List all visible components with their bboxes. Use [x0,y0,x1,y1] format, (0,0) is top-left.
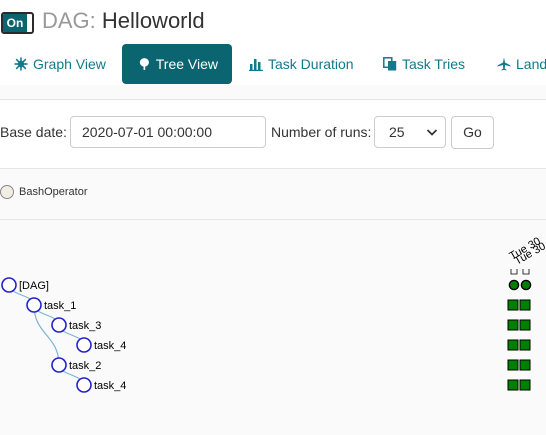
tree-node-label: task_2 [69,360,101,372]
dag-run-circle[interactable] [508,279,520,291]
tree-node-circle[interactable] [76,377,92,393]
task-instance-cell[interactable] [507,359,519,371]
duplicate-icon [383,57,397,71]
tab-graph-view[interactable]: Graph View [14,44,106,84]
task-instance-cell[interactable] [519,299,531,311]
chevron-down-icon [426,129,438,136]
tab-label: Tree View [155,56,218,72]
task-instance-cell[interactable] [507,319,519,331]
task-instance-cell[interactable] [507,299,519,311]
task-instance-cell[interactable] [519,379,531,391]
view-tabs: Graph View Tree View Task Duration Task … [0,44,546,85]
tree-node-label: task_3 [69,320,101,332]
num-runs-value: 25 [389,124,405,140]
tree-node-circle[interactable] [1,277,17,293]
base-date-label: Base date: [0,124,67,140]
task-instance-cell[interactable] [519,359,531,371]
tree-node-label: task_4 [94,340,126,352]
bar-chart-icon [249,59,263,71]
tab-tree-view[interactable]: Tree View [122,44,232,84]
num-runs-label: Number of runs: [271,124,372,140]
base-date-input[interactable]: 2020-07-01 00:00:00 [70,116,266,148]
run-header: Tue 30Tue 30 [508,235,546,275]
task-instance-cell[interactable] [519,339,531,351]
title-prefix: DAG: [42,8,96,33]
tab-landing-times[interactable]: Land [497,44,546,84]
legend-item: BashOperator [0,185,87,199]
task-instance-grid [507,279,532,391]
tab-task-tries[interactable]: Task Tries [383,44,465,84]
task-instance-cell[interactable] [507,379,519,391]
tree-view-chart: [DAG] task_1 task_3 task_4 task_2 task_4 Tue … [1,235,546,393]
tree-node-label: [DAG] [19,280,49,292]
tab-task-duration[interactable]: Task Duration [249,44,354,84]
legend-operator-label: BashOperator [19,186,88,198]
dag-run-circle[interactable] [520,279,532,291]
tree-node-label: task_1 [44,300,76,312]
tree-node-label: task_4 [94,380,126,392]
num-runs-select[interactable]: 25 [374,116,446,148]
run-date-tick [522,269,530,275]
tab-label: Graph View [33,56,106,72]
page-header: On DAG: Helloworld [0,0,546,44]
tab-label: Land [516,56,546,72]
tab-label: Task Duration [268,56,354,72]
plane-icon [497,57,511,71]
tree-edge [33,304,60,366]
graph-icon [14,57,28,71]
operator-color-swatch [0,185,14,199]
task-instance-cell[interactable] [519,319,531,331]
tree-node-circle[interactable] [76,337,92,353]
tree-node-circle[interactable] [26,297,42,313]
dag-toggle[interactable]: On [1,12,34,34]
page-title: DAG: Helloworld [42,7,205,35]
tree-node-circle[interactable] [51,357,67,373]
tab-label: Task Tries [402,56,466,72]
run-date-tick [510,269,518,275]
go-button[interactable]: Go [451,116,494,149]
filter-bar: Base date: 2020-07-01 00:00:00 Number of… [0,99,546,169]
tree-icon [139,58,149,70]
tree-node-circle[interactable] [51,317,67,333]
operator-legend: BashOperator [0,170,546,220]
dag-name: Helloworld [101,8,205,33]
task-instance-cell[interactable] [507,339,519,351]
toggle-on-label: On [3,14,27,32]
